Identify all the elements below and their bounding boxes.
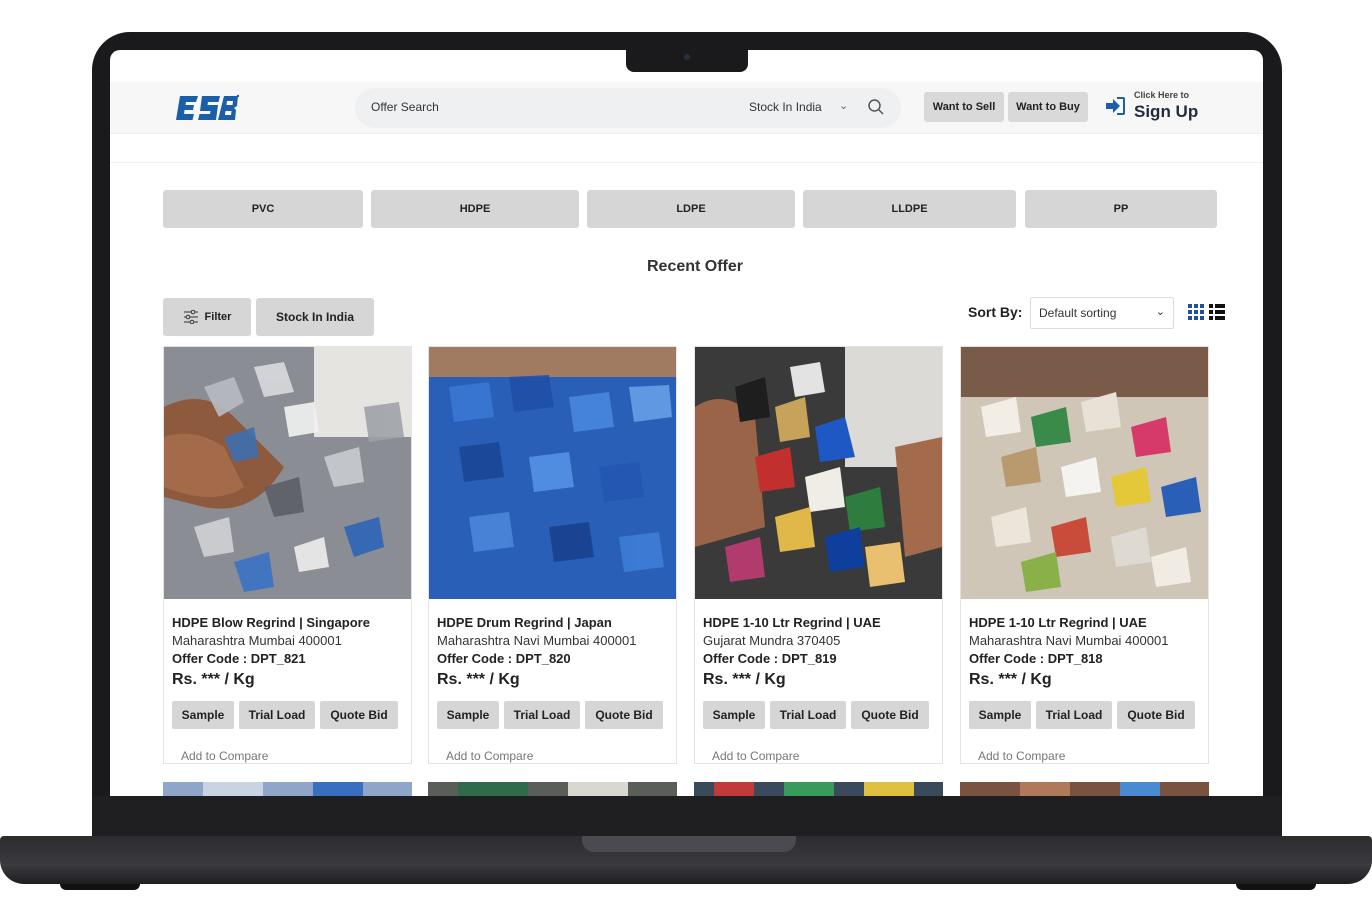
sample-button[interactable]: Sample [172,701,234,729]
offer-title[interactable]: HDPE 1-10 Ltr Regrind | UAE [703,615,881,630]
offer-image-preview[interactable] [694,782,943,796]
trial-load-button[interactable]: Trial Load [504,701,580,729]
offer-code: Offer Code : DPT_818 [969,651,1103,666]
section-title: Recent Offer [646,258,744,275]
category-tab-pvc[interactable]: PVC [163,190,363,228]
filter-label: Filter [204,311,232,323]
laptop-foot [1236,884,1316,890]
esb-logo[interactable] [176,94,240,122]
offer-location: Maharashtra Navi Mumbai 400001 [437,633,637,648]
trial-load-button[interactable]: Trial Load [770,701,846,729]
sample-button[interactable]: Sample [703,701,765,729]
add-to-compare-link[interactable]: Add to Compare [978,749,1065,763]
offer-card[interactable]: HDPE Drum Regrind | Japan Maharashtra Na… [428,346,677,764]
offer-title[interactable]: HDPE Drum Regrind | Japan [437,615,612,630]
offer-image-preview[interactable] [428,782,677,796]
laptop-bezel [92,796,1282,836]
category-tab-lldpe[interactable]: LLDPE [803,190,1016,228]
trial-load-button[interactable]: Trial Load [1036,701,1112,729]
offer-title[interactable]: HDPE 1-10 Ltr Regrind | UAE [969,615,1147,630]
want-to-sell-button[interactable]: Want to Sell [924,92,1004,122]
offer-location: Maharashtra Mumbai 400001 [172,633,342,648]
category-tab-pp[interactable]: PP [1025,190,1217,228]
sample-button[interactable]: Sample [437,701,499,729]
offer-price: Rs. *** / Kg [703,671,786,688]
trial-load-button[interactable]: Trial Load [239,701,315,729]
offer-card[interactable]: HDPE 1-10 Ltr Regrind | UAE Gujarat Mund… [694,346,943,764]
category-tab-ldpe[interactable]: LDPE [587,190,795,228]
offer-price: Rs. *** / Kg [969,671,1052,688]
divider [110,162,1263,163]
laptop-foot [60,884,140,890]
camera-notch [626,50,748,72]
stock-in-india-button[interactable]: Stock In India [256,298,374,336]
offer-search-input[interactable] [371,100,731,114]
offer-card[interactable]: HDPE 1-10 Ltr Regrind | UAE Maharashtra … [960,346,1209,764]
grid-view-icon[interactable] [1188,304,1204,320]
chevron-down-icon: ⌄ [1155,306,1165,318]
list-view-icon[interactable] [1209,304,1225,320]
offer-title[interactable]: HDPE Blow Regrind | Singapore [172,615,370,630]
offer-card[interactable]: HDPE Blow Regrind | Singapore Maharashtr… [163,346,412,764]
offer-code: Offer Code : DPT_820 [437,651,571,666]
quote-bid-button[interactable]: Quote Bid [1117,701,1195,729]
sign-up-link[interactable]: Sign Up [1134,102,1198,122]
offer-location: Maharashtra Navi Mumbai 400001 [969,633,1169,648]
add-to-compare-link[interactable]: Add to Compare [446,749,533,763]
offer-image-preview[interactable] [960,782,1209,796]
laptop-hinge-notch [582,836,796,852]
offer-image[interactable] [164,347,411,599]
location-select[interactable]: Stock In India [749,100,822,114]
camera-icon [684,54,690,60]
offer-location: Gujarat Mundra 370405 [703,633,841,648]
click-here-label[interactable]: Click Here to [1134,90,1189,100]
add-to-compare-link[interactable]: Add to Compare [181,749,268,763]
category-tab-hdpe[interactable]: HDPE [371,190,579,228]
search-bar: Stock In India ⌄ [355,88,901,128]
search-icon[interactable] [867,98,885,116]
offer-image[interactable] [429,347,676,599]
offer-price: Rs. *** / Kg [437,671,520,688]
offer-code: Offer Code : DPT_819 [703,651,837,666]
sliders-icon [183,310,198,324]
sort-value: Default sorting [1039,306,1117,320]
offer-price: Rs. *** / Kg [172,671,255,688]
offer-code: Offer Code : DPT_821 [172,651,306,666]
add-to-compare-link[interactable]: Add to Compare [712,749,799,763]
sort-select[interactable]: Default sorting ⌄ [1030,297,1174,329]
quote-bid-button[interactable]: Quote Bid [585,701,663,729]
chevron-down-icon[interactable]: ⌄ [839,99,848,112]
site-header: Stock In India ⌄ Want to Sell Want to Bu… [110,82,1263,134]
sample-button[interactable]: Sample [969,701,1031,729]
sort-by-label: Sort By: [968,304,1023,320]
sign-in-icon[interactable] [1104,96,1126,116]
offer-image[interactable] [695,347,942,599]
quote-bid-button[interactable]: Quote Bid [320,701,398,729]
browser-screen: Stock In India ⌄ Want to Sell Want to Bu… [110,50,1263,796]
offer-image[interactable] [961,347,1208,599]
filter-button[interactable]: Filter [163,298,251,336]
offer-image-preview[interactable] [163,782,412,796]
want-to-buy-button[interactable]: Want to Buy [1008,92,1088,122]
quote-bid-button[interactable]: Quote Bid [851,701,929,729]
